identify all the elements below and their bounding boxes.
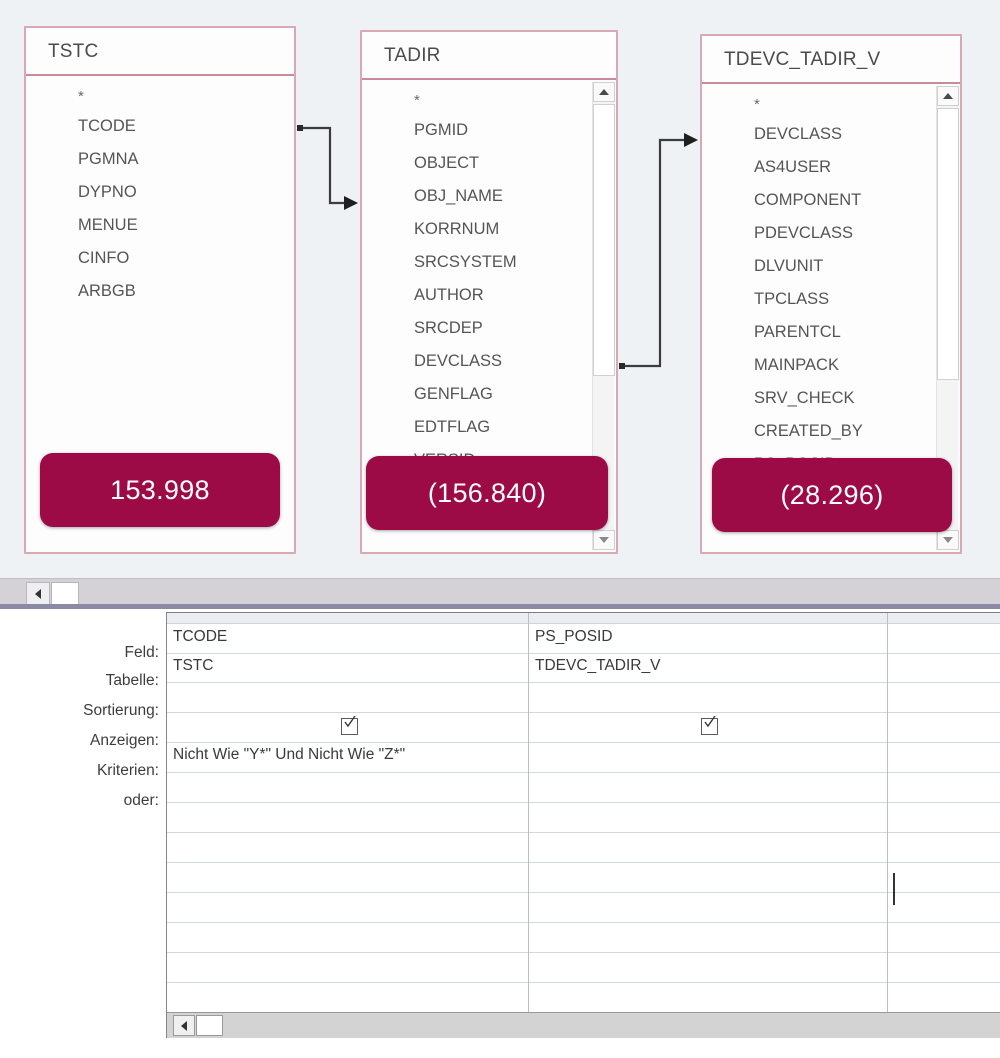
table-title-tstc: TSTC <box>26 28 294 76</box>
scrollbar-thumb[interactable] <box>51 582 79 606</box>
grid-column-divider[interactable] <box>887 613 888 1012</box>
row-label-sortierung: Sortierung: <box>83 702 159 719</box>
row-label-anzeigen: Anzeigen: <box>90 732 159 749</box>
grid-rowline <box>167 653 1000 654</box>
query-design-grid[interactable]: Feld: Tabelle: Sortierung: Anzeigen: Kri… <box>0 612 1000 1058</box>
grid-rowline <box>167 832 1000 833</box>
field-item[interactable]: OBJ_NAME <box>362 180 590 213</box>
field-item[interactable]: COMPONENT <box>702 184 934 217</box>
grid-cell-table[interactable]: TDEVC_TADIR_V <box>529 657 660 675</box>
grid-cell-criteria[interactable]: Nicht Wie "Y*" Und Nicht Wie "Z*" <box>167 746 405 764</box>
grid-horizontal-scrollbar[interactable] <box>166 1012 1000 1038</box>
field-item[interactable]: ARBGB <box>26 275 294 308</box>
field-item[interactable]: AS4USER <box>702 151 934 184</box>
field-item[interactable]: PGMID <box>362 114 590 147</box>
field-list-tadir: * PGMID OBJECT OBJ_NAME KORRNUM SRCSYSTE… <box>362 80 616 477</box>
field-item[interactable]: * <box>362 90 590 114</box>
field-list-tdevc-tadir-v: * DEVCLASS AS4USER COMPONENT PDEVCLASS D… <box>702 84 960 481</box>
record-count-badge-tdevc: (28.296) <box>712 458 952 532</box>
text-cursor-caret <box>893 873 895 905</box>
scrollbar-thumb[interactable] <box>196 1015 223 1036</box>
field-item[interactable]: GENFLAG <box>362 378 590 411</box>
field-item[interactable]: * <box>702 94 934 118</box>
field-item[interactable]: SRCSYSTEM <box>362 246 590 279</box>
checkmark-icon <box>704 716 716 728</box>
grid-rowline <box>167 712 1000 713</box>
grid-cells-area[interactable]: TCODE TSTC Nicht Wie "Y*" Und Nicht Wie … <box>166 612 1000 1012</box>
field-item[interactable]: EDTFLAG <box>362 411 590 444</box>
grid-cell-field[interactable]: PS_POSID <box>529 628 613 646</box>
query-diagram-pane[interactable]: TSTC * TCODE PGMNA DYPNO MENUE CINFO ARB… <box>0 0 1000 578</box>
scroll-up-arrow-icon[interactable] <box>937 86 959 106</box>
field-item[interactable]: DEVCLASS <box>362 345 590 378</box>
grid-rowline <box>167 922 1000 923</box>
field-item[interactable]: TCODE <box>26 110 294 143</box>
scrollbar-thumb[interactable] <box>593 104 615 376</box>
row-label-oder: oder: <box>123 792 159 809</box>
row-label-kriterien: Kriterien: <box>96 762 159 779</box>
scroll-up-arrow-icon[interactable] <box>593 82 615 102</box>
grid-rowline <box>167 892 1000 893</box>
grid-cell-field[interactable]: TCODE <box>167 628 227 646</box>
field-item[interactable]: TPCLASS <box>702 283 934 316</box>
field-item[interactable]: PARENTCL <box>702 316 934 349</box>
scroll-down-arrow-icon[interactable] <box>593 530 615 550</box>
row-label-feld: Feld: <box>124 644 159 661</box>
scroll-left-arrow-icon[interactable] <box>173 1015 195 1036</box>
field-item[interactable]: DYPNO <box>26 176 294 209</box>
pane-splitter[interactable] <box>0 604 1000 609</box>
grid-rowline <box>167 982 1000 983</box>
row-label-tabelle: Tabelle: <box>105 672 159 689</box>
field-item[interactable]: AUTHOR <box>362 279 590 312</box>
field-item[interactable]: PDEVCLASS <box>702 217 934 250</box>
field-item[interactable]: MENUE <box>26 209 294 242</box>
grid-rowline <box>167 952 1000 953</box>
field-item[interactable]: SRV_CHECK <box>702 382 934 415</box>
field-item[interactable]: CINFO <box>26 242 294 275</box>
grid-rowline <box>167 772 1000 773</box>
grid-cell-show-checkbox[interactable] <box>341 716 358 735</box>
access-query-designer: TSTC * TCODE PGMNA DYPNO MENUE CINFO ARB… <box>0 0 1000 1058</box>
join-line-tadir-tdevc[interactable] <box>619 133 698 369</box>
grid-cell-show-checkbox[interactable] <box>701 716 718 735</box>
record-count-badge-tadir: (156.840) <box>366 456 608 530</box>
grid-rowline <box>167 802 1000 803</box>
field-list-tstc: * TCODE PGMNA DYPNO MENUE CINFO ARBGB <box>26 76 294 308</box>
grid-cell-table[interactable]: TSTC <box>167 657 213 675</box>
field-item[interactable]: KORRNUM <box>362 213 590 246</box>
field-item[interactable]: OBJECT <box>362 147 590 180</box>
grid-rowline <box>167 742 1000 743</box>
field-item[interactable]: DEVCLASS <box>702 118 934 151</box>
grid-column-header-strip[interactable] <box>167 613 1000 624</box>
field-item[interactable]: DLVUNIT <box>702 250 934 283</box>
record-count-badge-tstc: 153.998 <box>40 453 280 527</box>
table-title-tadir: TADIR <box>362 32 616 80</box>
grid-row-labels: Feld: Tabelle: Sortierung: Anzeigen: Kri… <box>0 612 166 1012</box>
field-item[interactable]: PGMNA <box>26 143 294 176</box>
grid-rowline <box>167 682 1000 683</box>
grid-rowline <box>167 862 1000 863</box>
scroll-down-arrow-icon[interactable] <box>937 530 959 550</box>
field-item[interactable]: SRCDEP <box>362 312 590 345</box>
field-item[interactable]: MAINPACK <box>702 349 934 382</box>
scrollbar-thumb[interactable] <box>937 108 959 380</box>
join-line-tstc-tadir[interactable] <box>297 125 358 210</box>
field-item[interactable]: CREATED_BY <box>702 415 934 448</box>
scroll-left-arrow-icon[interactable] <box>26 582 50 606</box>
checkmark-icon <box>344 716 356 728</box>
field-item[interactable]: * <box>26 86 294 110</box>
table-title-tdevc-tadir-v: TDEVC_TADIR_V <box>702 36 960 84</box>
